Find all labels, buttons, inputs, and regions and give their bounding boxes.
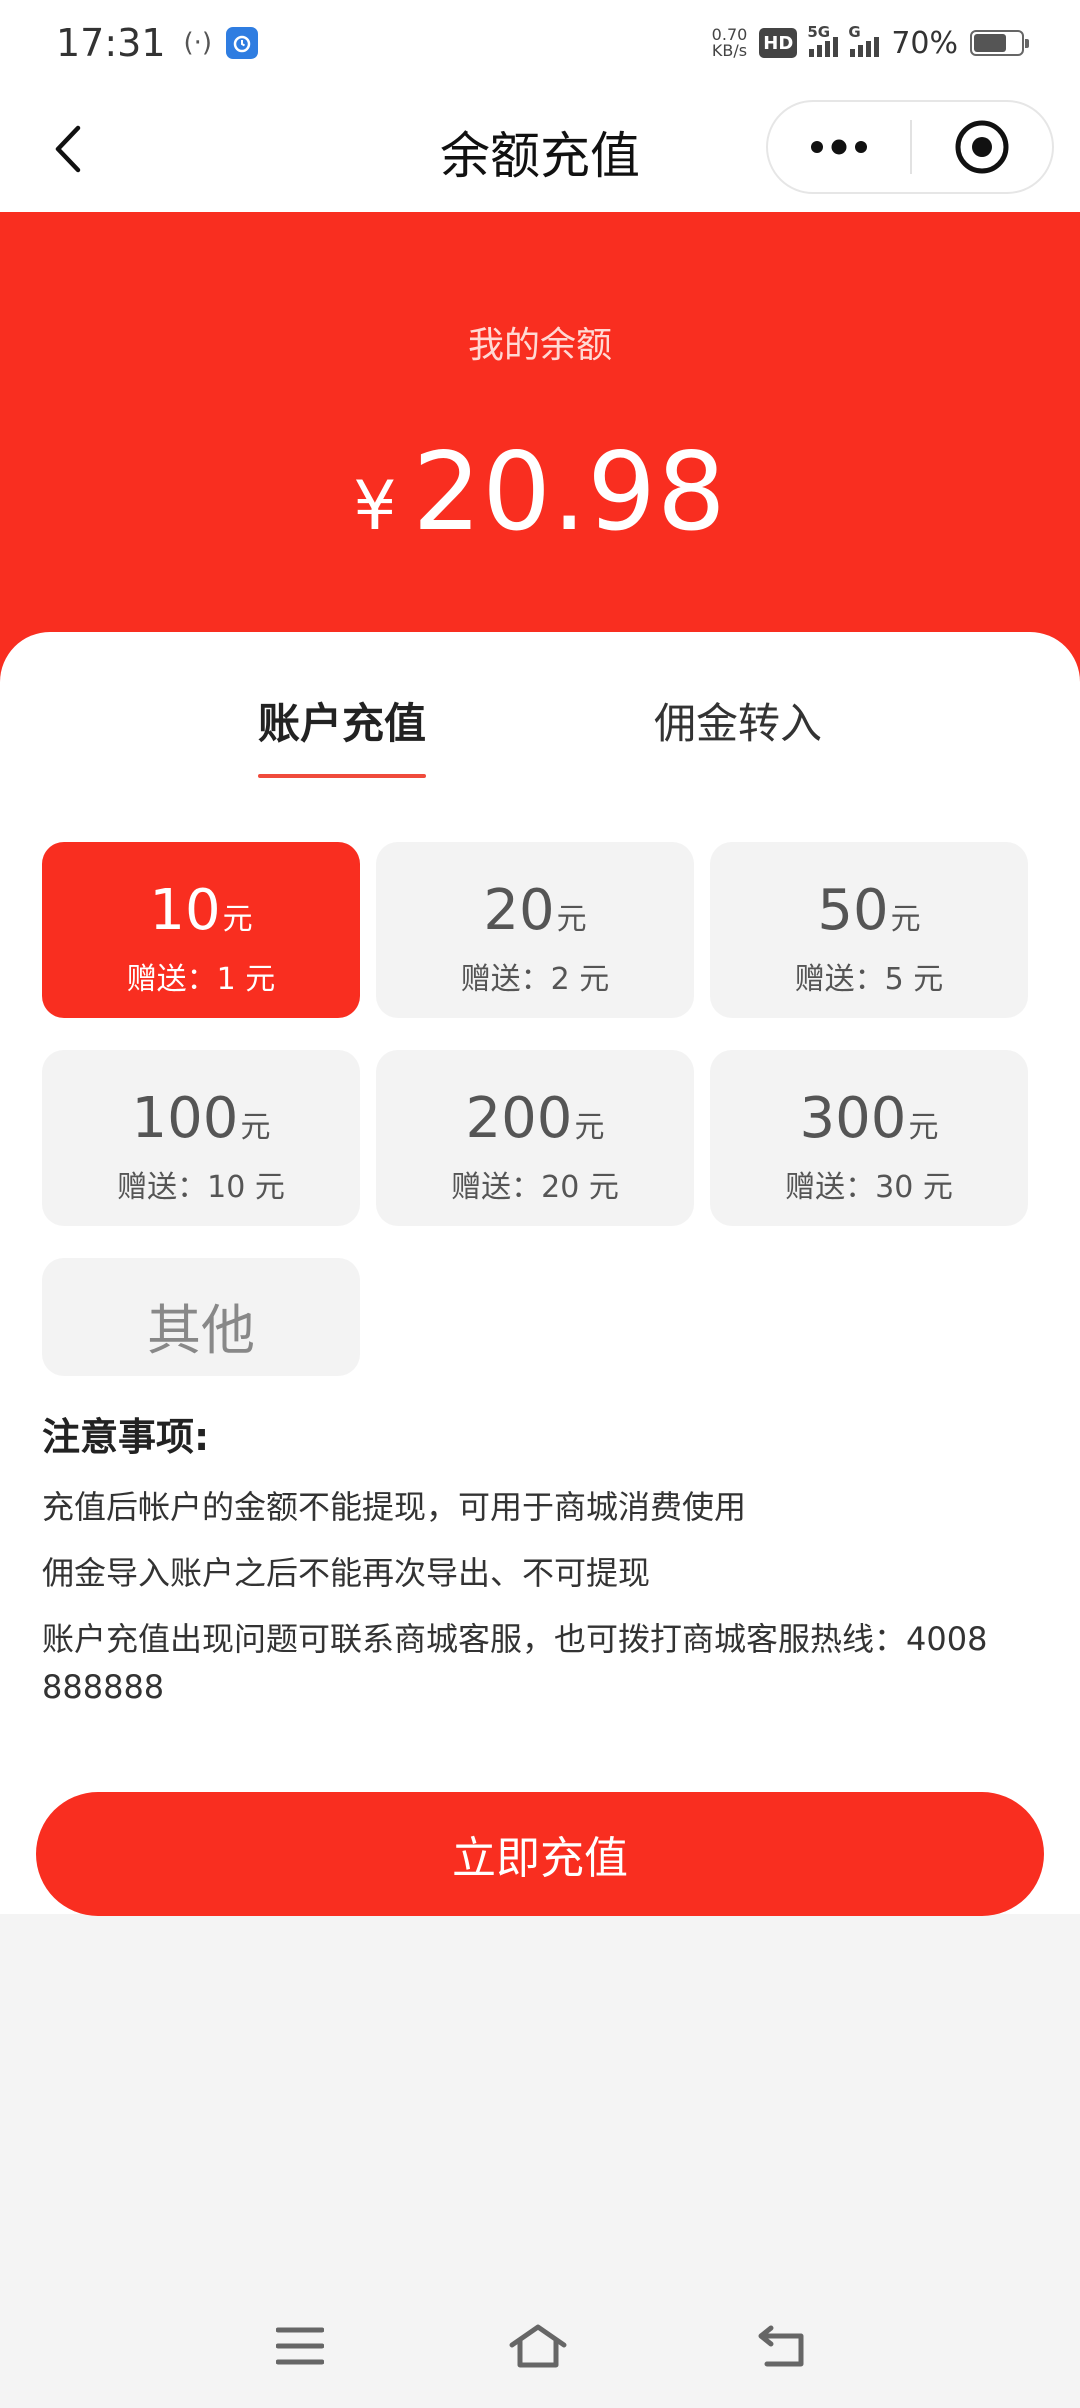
tab-commission-transfer[interactable]: 佣金转入 xyxy=(654,690,822,800)
menu-icon xyxy=(276,2327,324,2365)
status-bar: 17:31 (·) 0.70 KB/s HD 5G G 70% xyxy=(0,0,1080,86)
system-nav-bar xyxy=(0,2300,1080,2390)
alarm-icon xyxy=(226,27,259,59)
return-icon xyxy=(758,2325,804,2367)
notes-title: 注意事项: xyxy=(42,1415,210,1459)
currency-symbol: ¥ xyxy=(353,467,397,546)
signal-5g-icon: 5G xyxy=(807,23,839,57)
balance-amount: ¥ 20.98 xyxy=(0,430,1080,555)
recharge-now-button[interactable]: 立即充值 xyxy=(36,1792,1044,1916)
notes-section: 注意事项: 充值后帐户的金额不能提现，可用于商城消费使用 佣金导入账户之后不能再… xyxy=(42,1406,1042,1729)
mini-program-capsule xyxy=(766,100,1054,194)
back-nav-button[interactable] xyxy=(752,2318,812,2374)
more-dots-icon xyxy=(811,139,867,155)
menu-button[interactable] xyxy=(270,2318,330,2374)
status-time: 17:31 xyxy=(56,21,166,65)
home-icon xyxy=(509,2324,567,2368)
tab-bar: 账户充值 佣金转入 xyxy=(0,690,1080,800)
tab-account-recharge[interactable]: 账户充值 xyxy=(258,690,426,800)
amount-option-300[interactable]: 300元 赠送：30 元 xyxy=(710,1050,1028,1226)
notes-line: 充值后帐户的金额不能提现，可用于商城消费使用 xyxy=(42,1488,747,1526)
recharge-card: 账户充值 佣金转入 10元 赠送：1 元 20元 赠送：2 元 50元 赠送：5… xyxy=(0,632,1080,1916)
nav-bar: 余额充值 xyxy=(0,86,1080,212)
hd-icon: HD xyxy=(759,28,798,58)
balance-header: 我的余额 ¥ 20.98 xyxy=(0,212,1080,682)
target-icon xyxy=(955,120,1009,174)
hotspot-icon: (·) xyxy=(183,28,213,58)
home-button[interactable] xyxy=(508,2318,568,2374)
close-mini-program-button[interactable] xyxy=(912,102,1052,192)
amount-option-200[interactable]: 200元 赠送：20 元 xyxy=(376,1050,694,1226)
amount-option-100[interactable]: 100元 赠送：10 元 xyxy=(42,1050,360,1226)
amount-option-10[interactable]: 10元 赠送：1 元 xyxy=(42,842,360,1018)
amount-option-50[interactable]: 50元 赠送：5 元 xyxy=(710,842,1028,1018)
balance-value: 20.98 xyxy=(412,430,727,555)
active-tab-indicator xyxy=(258,774,426,778)
amount-option-other[interactable]: 其他 xyxy=(42,1258,360,1376)
balance-label: 我的余额 xyxy=(467,325,612,366)
amount-option-20[interactable]: 20元 赠送：2 元 xyxy=(376,842,694,1018)
more-button[interactable] xyxy=(768,102,910,192)
signal-g-icon: G xyxy=(848,23,880,57)
battery-icon xyxy=(970,30,1029,56)
battery-fill xyxy=(974,34,1007,52)
notes-line: 佣金导入账户之后不能再次导出、不可提现 xyxy=(42,1554,651,1592)
battery-percent: 70% xyxy=(891,25,958,61)
notes-line: 账户充值出现问题可联系商城客服，也可拨打商城客服热线：4008888888 xyxy=(42,1620,988,1706)
network-speed: 0.70 KB/s xyxy=(711,25,748,60)
